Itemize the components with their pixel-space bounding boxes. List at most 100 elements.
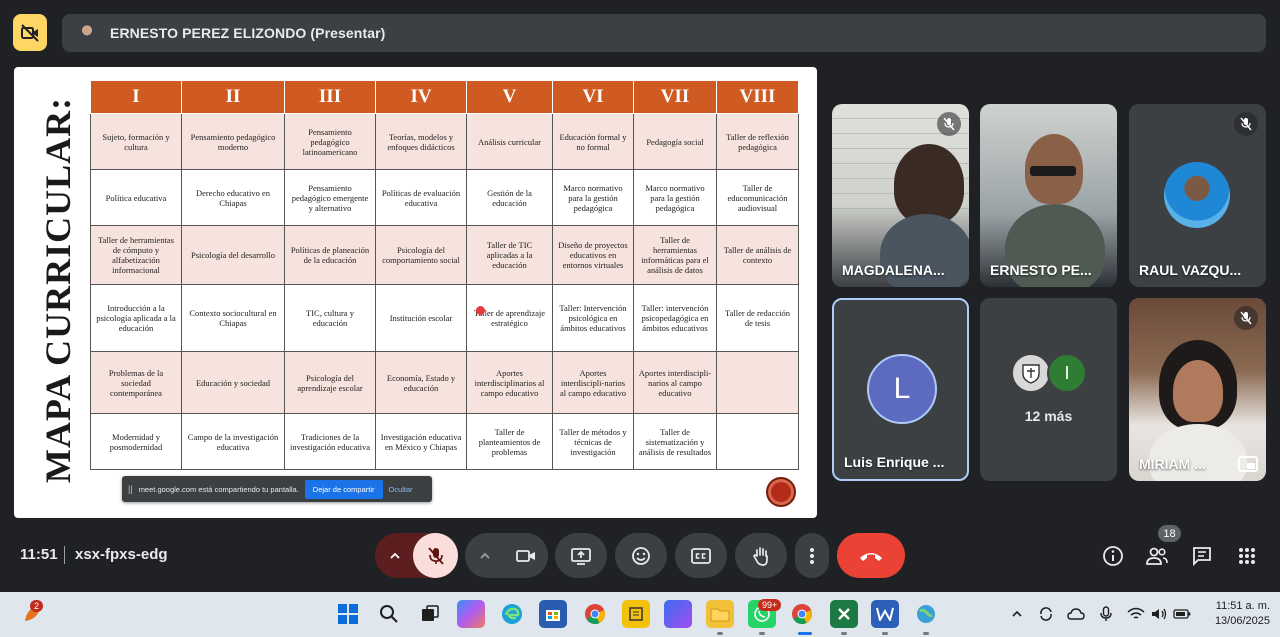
- participant-tile[interactable]: RAUL VAZQU...: [1129, 104, 1266, 287]
- start-button[interactable]: [334, 600, 362, 628]
- participant-count-badge: 18: [1158, 525, 1181, 542]
- edge-browser-icon[interactable]: [498, 600, 526, 628]
- task-view-button[interactable]: [416, 600, 444, 628]
- camera-options-button[interactable]: [465, 533, 505, 578]
- hang-up-icon: [860, 552, 882, 561]
- chat-button[interactable]: [1189, 543, 1215, 569]
- table-cell: Taller de educomunicación audiovisual: [716, 169, 799, 226]
- drag-handle[interactable]: ||: [128, 484, 133, 494]
- table-row: Sujeto, formación y cultura Pensamiento p…: [90, 113, 799, 170]
- volume-icon[interactable]: [1150, 605, 1168, 623]
- whatsapp-unread-badge: 99+: [758, 599, 782, 611]
- camera-toggle-button[interactable]: [503, 533, 548, 578]
- windows-icon: [338, 604, 358, 624]
- participant-tile[interactable]: MAGDALENA...: [832, 104, 969, 287]
- hide-notice-button[interactable]: Ocultar: [389, 485, 413, 494]
- table-header-row: I II III IV V VI VII VIII: [90, 80, 799, 114]
- mute-toggle-button[interactable]: [413, 533, 458, 578]
- system-time: 11:51 a. m.: [1215, 600, 1270, 612]
- participant-name: Luis Enrique ...: [844, 454, 945, 470]
- table-cell: Taller de aprendizaje estratégico: [466, 284, 553, 352]
- table-cell: Tradiciones de la investigación educativ…: [284, 413, 376, 470]
- table-cell: Aportes interdiscipli-narios al campo ed…: [552, 351, 634, 414]
- leave-call-button[interactable]: [837, 533, 905, 578]
- participant-tile[interactable]: ERNESTO PE...: [980, 104, 1117, 287]
- onedrive-cloud-icon[interactable]: [1067, 605, 1085, 623]
- closed-captions-icon: [691, 547, 711, 564]
- more-options-button[interactable]: [795, 533, 829, 578]
- table-cell: [716, 351, 799, 414]
- table-cell: Psicología del comportamiento social: [375, 225, 467, 285]
- meeting-details-button[interactable]: [1100, 543, 1126, 569]
- table-cell: Educación formal y no formal: [552, 113, 634, 170]
- table-cell: Políticas de evaluación educativa: [375, 169, 467, 226]
- table-cell: Aportes interdiscipli-narios al campo ed…: [633, 351, 717, 414]
- meeting-code: xsx-fpxs-edg: [75, 546, 168, 563]
- participant-name: MIRIAM ...: [1139, 456, 1206, 472]
- participant-initial-avatar: L: [867, 354, 937, 424]
- present-screen-icon: [571, 547, 591, 565]
- microsoft-store-icon[interactable]: [539, 600, 567, 628]
- copilot-icon[interactable]: [457, 600, 485, 628]
- table-cell: Aportes interdisciplinarios al campo edu…: [466, 351, 553, 414]
- battery-icon[interactable]: [1173, 605, 1191, 623]
- participant-initial-avatar: I: [1047, 353, 1087, 393]
- table-cell: Política educativa: [90, 169, 182, 226]
- task-view-icon: [422, 605, 439, 621]
- microphone-tray-icon[interactable]: [1097, 605, 1115, 623]
- show-hidden-icons-button[interactable]: [1008, 605, 1026, 623]
- more-participants-tile[interactable]: I 12 más: [980, 298, 1117, 481]
- picture-in-picture-icon[interactable]: [1238, 456, 1258, 472]
- word-icon[interactable]: [871, 600, 899, 628]
- people-button[interactable]: [1144, 543, 1170, 569]
- share-notice-text: meet.google.com está compartiendo tu pan…: [138, 484, 299, 494]
- camera-off-indicator[interactable]: [13, 14, 47, 51]
- file-explorer-icon[interactable]: [706, 600, 734, 628]
- participant-tile[interactable]: MIRIAM ...: [1129, 298, 1266, 481]
- captions-button[interactable]: [675, 533, 727, 578]
- curriculum-table: I II III IV V VI VII VIII Sujeto, formac…: [90, 80, 799, 470]
- table-cell: Taller: Intervención psicológica en ámbi…: [552, 284, 634, 352]
- microphone-control: [375, 533, 458, 578]
- copilot-app-icon[interactable]: [664, 600, 692, 628]
- table-cell: Pensamiento pedagógico latinoamericano: [284, 113, 376, 170]
- present-screen-button[interactable]: [555, 533, 607, 578]
- wifi-icon[interactable]: [1127, 605, 1145, 623]
- raise-hand-button[interactable]: [735, 533, 787, 578]
- table-row: Política educativa Derecho educativo en C…: [90, 169, 799, 226]
- excel-icon[interactable]: [830, 600, 858, 628]
- search-button[interactable]: [375, 600, 403, 628]
- participant-name: ERNESTO PE...: [990, 262, 1092, 278]
- table-cell: [716, 413, 799, 470]
- table-cell: Educación y sociedad: [181, 351, 285, 414]
- header-cell: V: [466, 80, 553, 114]
- header-cell: II: [181, 80, 285, 114]
- table-cell: Taller: intervención psicopedagógica en …: [633, 284, 717, 352]
- table-cell: Taller de TIC aplicadas a la educación: [466, 225, 553, 285]
- participant-shoulders: [1149, 424, 1247, 481]
- screen-share-notice: || meet.google.com está compartiendo tu …: [122, 476, 432, 502]
- activities-button[interactable]: [1234, 543, 1260, 569]
- running-indicator: [717, 632, 723, 635]
- chrome-active-window-icon[interactable]: [788, 600, 816, 628]
- table-cell: Institución escolar: [375, 284, 467, 352]
- sync-icon[interactable]: [1037, 605, 1055, 623]
- institution-seal-logo: [766, 477, 796, 507]
- header-cell: VI: [552, 80, 634, 114]
- reactions-button[interactable]: [615, 533, 667, 578]
- system-clock[interactable]: 11:51 a. m. 13/06/2025: [1198, 599, 1270, 629]
- table-cell: Análisis curricular: [466, 113, 553, 170]
- search-icon: [380, 605, 398, 623]
- table-row: Modernidad y posmodernidad Campo de la in…: [90, 413, 799, 470]
- sticky-notes-icon[interactable]: [622, 600, 650, 628]
- header-cell: III: [284, 80, 376, 114]
- stop-sharing-button[interactable]: Dejar de compartir: [304, 479, 383, 499]
- chevron-up-icon: [1012, 610, 1022, 617]
- video-camera-icon: [515, 549, 535, 562]
- mic-options-button[interactable]: [375, 533, 415, 578]
- network-globe-icon[interactable]: [912, 600, 940, 628]
- header-cell: IV: [375, 80, 467, 114]
- participant-tile-active-speaker[interactable]: L Luis Enrique ...: [832, 298, 969, 481]
- running-indicator: [841, 632, 847, 635]
- chrome-icon[interactable]: [581, 600, 609, 628]
